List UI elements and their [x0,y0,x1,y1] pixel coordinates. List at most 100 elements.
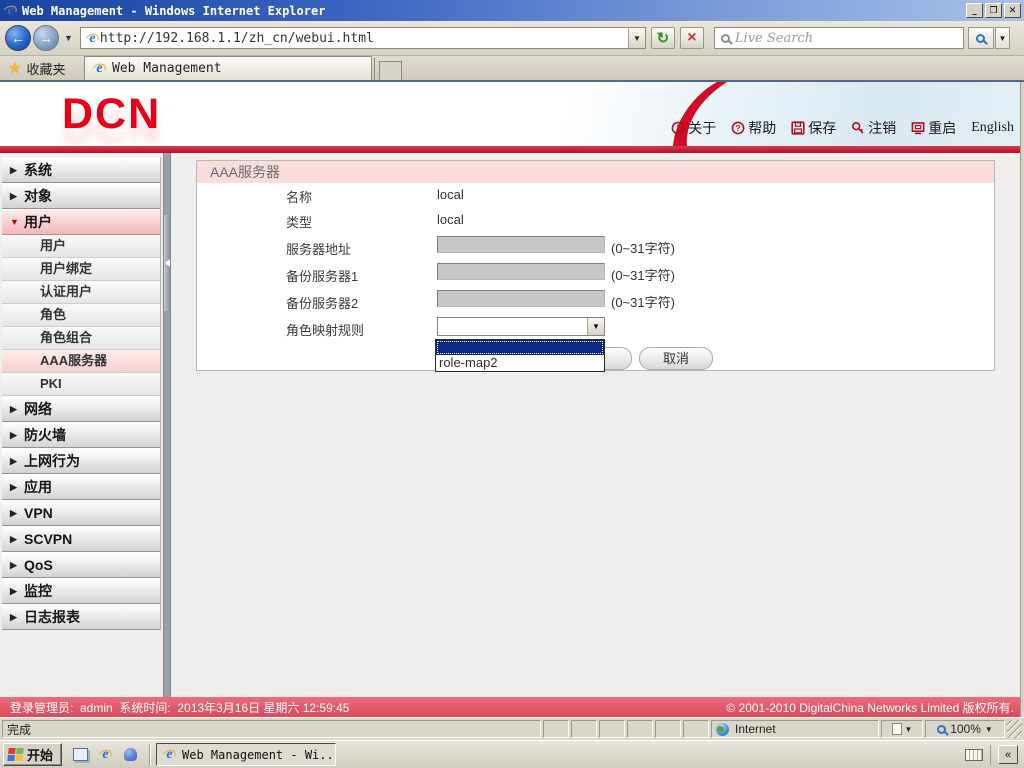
sidebar-item-role[interactable]: 角色 [2,304,160,327]
sidebar-splitter[interactable] [163,153,171,697]
chevron-down-icon: ▼ [592,322,600,331]
collapsed-arrow-icon: ▶ [10,404,17,414]
sidebar-item-firewall[interactable]: ▶ 防火墙 [2,422,160,448]
sidebar-item-user-binding[interactable]: 用户绑定 [2,258,160,281]
resize-grip[interactable] [1007,720,1022,738]
logout-key-icon [852,121,864,134]
url-dropdown-button[interactable]: ▼ [627,28,645,48]
restart-icon [911,122,925,135]
backup-server1-label: 备份服务器1 [286,269,359,284]
backup-server2-hint: (0~31字符) [611,295,675,310]
zoom-level: 100% [950,722,981,736]
status-pane: 完成 [2,720,541,738]
aaa-server-panel: AAA服务器 名称 local 类型 local 服务器地址 (0~31字符) … [196,160,995,372]
zoom-control[interactable]: 100% ▼ [925,720,1005,738]
backup-server2-label: 备份服务器2 [286,296,359,311]
save-label: 保存 [808,120,837,136]
logout-link[interactable]: 注销 [851,118,896,138]
cancel-button[interactable]: 取消 [639,347,713,370]
stop-button[interactable]: × [679,27,704,49]
select-arrow-button[interactable]: ▼ [587,318,604,335]
zone-label: Internet [735,722,776,736]
about-icon [671,121,685,135]
tabs-row: ★ 收藏夹 e Web Management [0,56,1024,82]
taskbar-separator [149,743,152,766]
close-button[interactable]: ✕ [1004,3,1021,18]
url-input[interactable] [99,30,628,46]
protected-mode-icon [891,723,902,735]
dropdown-option-role-map2[interactable]: role-map2 [436,355,604,371]
help-link[interactable]: ? 帮助 [731,118,776,138]
messenger-icon[interactable] [121,745,140,764]
chevron-down-icon: ▼ [984,724,993,734]
collapse-tray-button[interactable]: « [998,745,1018,764]
server-address-input [437,236,605,253]
sidebar-item-qos[interactable]: ▶ QoS [2,552,160,578]
favorites-button[interactable]: ★ 收藏夹 [8,56,84,80]
sidebar-item-aaa-server[interactable]: AAA服务器 [2,350,160,373]
page-favicon-icon: e [85,31,100,46]
collapsed-arrow-icon: ▶ [10,430,17,440]
search-icon [720,33,730,43]
forward-button[interactable]: → [33,25,59,51]
collapsed-arrow-icon: ▶ [10,612,17,622]
about-link[interactable]: 关于 [671,118,716,138]
sidebar-item-monitor[interactable]: ▶ 监控 [2,578,160,604]
english-link[interactable]: English [971,120,1014,136]
restart-link[interactable]: 重启 [911,118,956,138]
sidebar-item-log-report[interactable]: ▶ 日志报表 [2,604,160,630]
statusbar-pane [683,720,709,738]
sidebar-item-pki[interactable]: PKI [2,373,160,396]
type-value: local [437,212,464,227]
type-label: 类型 [286,215,313,230]
login-info: 登录管理员: admin 系统时间: 2013年3月16日 星期六 12:59:… [10,700,350,715]
page-header: DCN 关于 ? 帮助 保存 注销 重启 English [0,82,1024,146]
restore-button[interactable]: ❐ [985,3,1002,18]
sidebar-item-vpn[interactable]: ▶ VPN [2,500,160,526]
sidebar-item-object[interactable]: ▶ 对象 [2,183,160,209]
keyboard-input-icon[interactable] [965,748,983,761]
sidebar-item-auth-user[interactable]: 认证用户 [2,281,160,304]
sidebar-item-role-combination[interactable]: 角色组合 [2,327,160,350]
start-button[interactable]: 开始 [3,743,63,766]
minimize-button[interactable]: _ [966,3,983,18]
task-button-web-management[interactable]: e Web Management - Wi... [156,743,337,766]
start-label: 开始 [27,748,54,763]
browser-toolbar: ← → ▼ e ▼ ↻ × ▼ [0,21,1024,56]
english-label: English [971,120,1014,135]
search-options-button[interactable]: ▼ [994,27,1010,49]
refresh-button[interactable]: ↻ [650,27,675,49]
sidebar-item-user[interactable]: ▼ 用户 [2,209,160,235]
sidebar-item-user-sub[interactable]: 用户 [2,235,160,258]
new-tab-stub[interactable] [379,61,402,80]
help-icon: ? [731,121,745,135]
sidebar-item-application[interactable]: ▶ 应用 [2,474,160,500]
red-divider-bar [0,146,1024,153]
tab-web-management[interactable]: e Web Management [84,56,372,80]
search-go-button[interactable] [967,27,994,49]
sidebar-item-network[interactable]: ▶ 网络 [2,396,160,422]
live-search-box [713,27,964,49]
back-button[interactable]: ← [5,25,31,51]
history-chevron-icon[interactable]: ▼ [64,33,73,43]
dropdown-option-empty[interactable] [436,340,604,355]
statusbar-pane [627,720,653,738]
protected-mode-pane[interactable]: ▼ [881,720,923,738]
ie-launch-icon[interactable]: e [96,745,115,764]
search-input[interactable] [734,30,963,46]
save-link[interactable]: 保存 [791,118,836,138]
collapsed-arrow-icon: ▶ [10,191,17,201]
show-desktop-icon[interactable] [71,745,90,764]
role-map-select[interactable]: ▼ [437,317,605,336]
collapsed-arrow-icon: ▶ [10,165,17,175]
sidebar-item-system[interactable]: ▶ 系统 [2,157,160,183]
sidebar-item-label: SCVPN [24,531,73,547]
sidebar-item-web-behavior[interactable]: ▶ 上网行为 [2,448,160,474]
sidebar-item-label: VPN [24,505,53,521]
collapsed-arrow-icon: ▶ [10,586,17,596]
backup-server1-hint: (0~31字符) [611,268,675,283]
header-links: 关于 ? 帮助 保存 注销 重启 English [671,118,1014,138]
sidebar-item-scvpn[interactable]: ▶ SCVPN [2,526,160,552]
name-label: 名称 [286,190,313,205]
favorites-star-icon: ★ [8,60,22,77]
